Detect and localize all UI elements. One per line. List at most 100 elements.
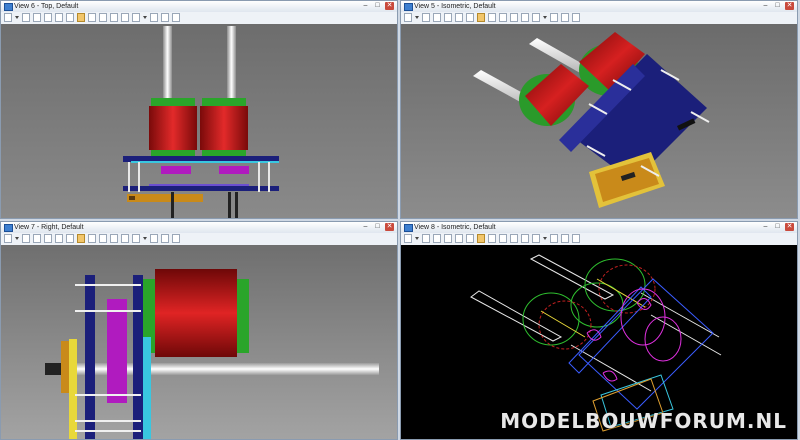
viewport-isometric-wireframe[interactable]: View 8 - Isometric, Default – □ ✕ MODELB… (400, 221, 798, 440)
rotate-icon[interactable] (444, 234, 452, 243)
watermark-text: MODELBOUWFORUM.NL (500, 409, 787, 433)
chevron-down-icon[interactable] (15, 234, 19, 243)
pan-icon[interactable] (433, 13, 441, 22)
grid-icon[interactable] (161, 13, 169, 22)
maximize-button[interactable]: □ (773, 223, 782, 231)
zoom-fit-icon[interactable] (477, 13, 485, 22)
pan-icon[interactable] (33, 13, 41, 22)
zoom-fit-icon[interactable] (477, 234, 485, 243)
pan-icon[interactable] (433, 234, 441, 243)
grid-icon[interactable] (561, 13, 569, 22)
perspective-icon[interactable] (150, 13, 158, 22)
maximize-button[interactable]: □ (773, 2, 782, 10)
right-view-drawing (1, 245, 397, 439)
render-mode-icon[interactable] (132, 234, 140, 243)
settings-icon[interactable] (572, 234, 580, 243)
view-window-icon (4, 3, 13, 11)
minimize-button[interactable]: – (761, 2, 770, 10)
walk-icon[interactable] (55, 13, 63, 22)
zoom-all-icon[interactable] (488, 234, 496, 243)
maximize-button[interactable]: □ (373, 223, 382, 231)
zoom-fit-icon[interactable] (77, 13, 85, 22)
window-controls: – □ ✕ (361, 223, 394, 232)
walk-icon[interactable] (455, 13, 463, 22)
zoom-window-icon[interactable] (466, 13, 474, 22)
chevron-down-icon[interactable] (543, 234, 547, 243)
minimize-button[interactable]: – (761, 223, 770, 231)
viewport-right[interactable]: View 7 - Right, Default – □ ✕ (0, 221, 398, 440)
zoom-icon[interactable] (22, 13, 30, 22)
zoom-icon[interactable] (422, 13, 430, 22)
chevron-down-icon[interactable] (15, 13, 19, 22)
window-controls: – □ ✕ (361, 2, 394, 11)
sketch-icon[interactable] (99, 234, 107, 243)
viewport-title: View 7 - Right, Default (14, 224, 84, 231)
sketch-icon[interactable] (99, 13, 107, 22)
zoom-window-icon[interactable] (66, 234, 74, 243)
zoom-all-icon[interactable] (88, 234, 96, 243)
viewport-canvas[interactable] (1, 245, 397, 439)
rotate-icon[interactable] (444, 13, 452, 22)
viewport-canvas[interactable] (1, 24, 397, 218)
view-orientation-icon[interactable] (404, 13, 412, 22)
grid-icon[interactable] (161, 234, 169, 243)
pan-icon[interactable] (33, 234, 41, 243)
zoom-window-icon[interactable] (66, 13, 74, 22)
viewport-top[interactable]: View 6 - Top, Default – □ ✕ (0, 0, 398, 219)
lights-icon[interactable] (521, 13, 529, 22)
chevron-down-icon[interactable] (415, 234, 419, 243)
section-icon[interactable] (510, 234, 518, 243)
zoom-all-icon[interactable] (488, 13, 496, 22)
viewport-title: View 8 - Isometric, Default (414, 224, 496, 231)
zoom-fit-icon[interactable] (77, 234, 85, 243)
viewport-isometric-shaded[interactable]: View 5 - Isometric, Default – □ ✕ (400, 0, 798, 219)
walk-icon[interactable] (55, 234, 63, 243)
section-icon[interactable] (110, 234, 118, 243)
chevron-down-icon[interactable] (543, 13, 547, 22)
section-icon[interactable] (110, 13, 118, 22)
section-icon[interactable] (510, 13, 518, 22)
zoom-icon[interactable] (22, 234, 30, 243)
chevron-down-icon[interactable] (415, 13, 419, 22)
lights-icon[interactable] (121, 234, 129, 243)
render-mode-icon[interactable] (132, 13, 140, 22)
perspective-icon[interactable] (550, 13, 558, 22)
close-button[interactable]: ✕ (385, 2, 394, 10)
view-orientation-icon[interactable] (404, 234, 412, 243)
close-button[interactable]: ✕ (785, 2, 794, 10)
view-orientation-icon[interactable] (4, 13, 12, 22)
settings-icon[interactable] (172, 13, 180, 22)
perspective-icon[interactable] (150, 234, 158, 243)
minimize-button[interactable]: – (361, 2, 370, 10)
close-button[interactable]: ✕ (385, 223, 394, 231)
sketch-icon[interactable] (499, 13, 507, 22)
walk-icon[interactable] (455, 234, 463, 243)
view-orientation-icon[interactable] (4, 234, 12, 243)
zoom-window-icon[interactable] (466, 234, 474, 243)
chevron-down-icon[interactable] (143, 234, 147, 243)
grid-icon[interactable] (561, 234, 569, 243)
zoom-icon[interactable] (422, 234, 430, 243)
window-controls: – □ ✕ (761, 2, 794, 11)
minimize-button[interactable]: – (361, 223, 370, 231)
rotate-icon[interactable] (44, 13, 52, 22)
rotate-icon[interactable] (44, 234, 52, 243)
perspective-icon[interactable] (550, 234, 558, 243)
viewport-canvas[interactable] (401, 24, 797, 218)
settings-icon[interactable] (572, 13, 580, 22)
settings-icon[interactable] (172, 234, 180, 243)
window-controls: – □ ✕ (761, 223, 794, 232)
chevron-down-icon[interactable] (143, 13, 147, 22)
viewport-grid: View 6 - Top, Default – □ ✕ View 5 - Iso… (0, 0, 800, 440)
view-window-icon (404, 3, 413, 11)
close-button[interactable]: ✕ (785, 223, 794, 231)
render-mode-icon[interactable] (532, 13, 540, 22)
lights-icon[interactable] (121, 13, 129, 22)
render-mode-icon[interactable] (532, 234, 540, 243)
viewport-canvas[interactable]: MODELBOUWFORUM.NL (401, 245, 797, 439)
maximize-button[interactable]: □ (373, 2, 382, 10)
zoom-all-icon[interactable] (88, 13, 96, 22)
lights-icon[interactable] (521, 234, 529, 243)
sketch-icon[interactable] (499, 234, 507, 243)
viewport-title: View 6 - Top, Default (14, 3, 79, 10)
